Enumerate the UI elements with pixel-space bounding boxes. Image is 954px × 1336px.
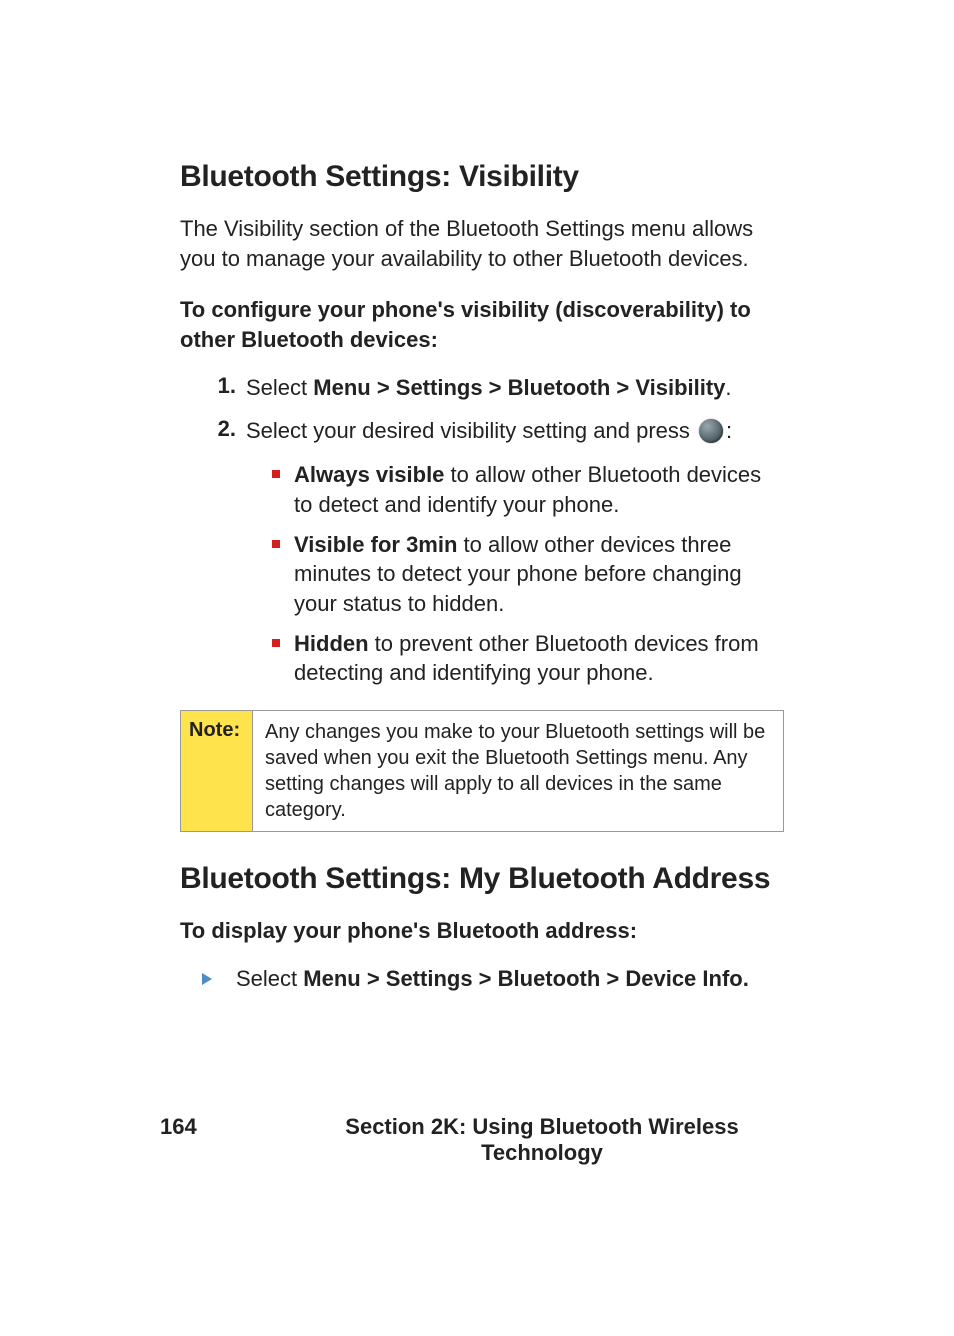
step-bold: Menu > Settings > Bluetooth > Visibility [313,375,725,400]
arrow-bullet-row: Select Menu > Settings > Bluetooth > Dev… [202,964,784,994]
bullet-text: Visible for 3min to allow other devices … [294,530,784,619]
page-footer: 164 Section 2K: Using Bluetooth Wireless… [0,1114,954,1166]
arrow-bullet-icon [202,973,212,985]
step-number: 2. [202,416,236,442]
note-box: Note: Any changes you make to your Bluet… [180,710,784,832]
arrow-bullet-text: Select Menu > Settings > Bluetooth > Dev… [236,964,749,994]
step-prefix: Select your desired visibility setting a… [246,418,696,443]
heading-bt-address: Bluetooth Settings: My Bluetooth Address [180,862,784,896]
bullet-always-visible: Always visible to allow other Bluetooth … [272,460,784,519]
ok-button-icon [699,419,723,443]
document-page: Bluetooth Settings: Visibility The Visib… [0,0,954,1336]
bullet-text: Always visible to allow other Bluetooth … [294,460,784,519]
step-2: 2. Select your desired visibility settin… [202,416,784,446]
heading-visibility: Bluetooth Settings: Visibility [180,160,784,194]
note-text: Any changes you make to your Bluetooth s… [265,719,771,823]
step-suffix: . [725,375,731,400]
note-label-cell: Note: [181,711,253,831]
step-prefix: Select [246,375,313,400]
square-bullet-icon [272,639,280,647]
bullet-hidden: Hidden to prevent other Bluetooth device… [272,629,784,688]
arrow-prefix: Select [236,966,303,991]
step-suffix: : [726,418,732,443]
step-number: 1. [202,373,236,399]
step-1: 1. Select Menu > Settings > Bluetooth > … [202,373,784,403]
bullet-bold: Hidden [294,631,369,656]
page-number: 164 [160,1114,300,1140]
intro-paragraph: The Visibility section of the Bluetooth … [180,214,784,273]
bullet-visible-3min: Visible for 3min to allow other devices … [272,530,784,619]
bullet-bold: Visible for 3min [294,532,457,557]
note-label: Note: [189,719,244,742]
square-bullet-icon [272,470,280,478]
bullet-text: Hidden to prevent other Bluetooth device… [294,629,784,688]
subheading-display-address: To display your phone's Bluetooth addres… [180,916,784,946]
square-bullet-icon [272,540,280,548]
step-text: Select your desired visibility setting a… [246,416,784,446]
bullet-bold: Always visible [294,462,444,487]
note-text-cell: Any changes you make to your Bluetooth s… [253,711,783,831]
footer-title: Section 2K: Using Bluetooth Wireless Tec… [300,1114,784,1166]
step-text: Select Menu > Settings > Bluetooth > Vis… [246,373,784,403]
subheading-configure: To configure your phone's visibility (di… [180,295,784,354]
arrow-bold: Menu > Settings > Bluetooth > Device Inf… [303,966,749,991]
